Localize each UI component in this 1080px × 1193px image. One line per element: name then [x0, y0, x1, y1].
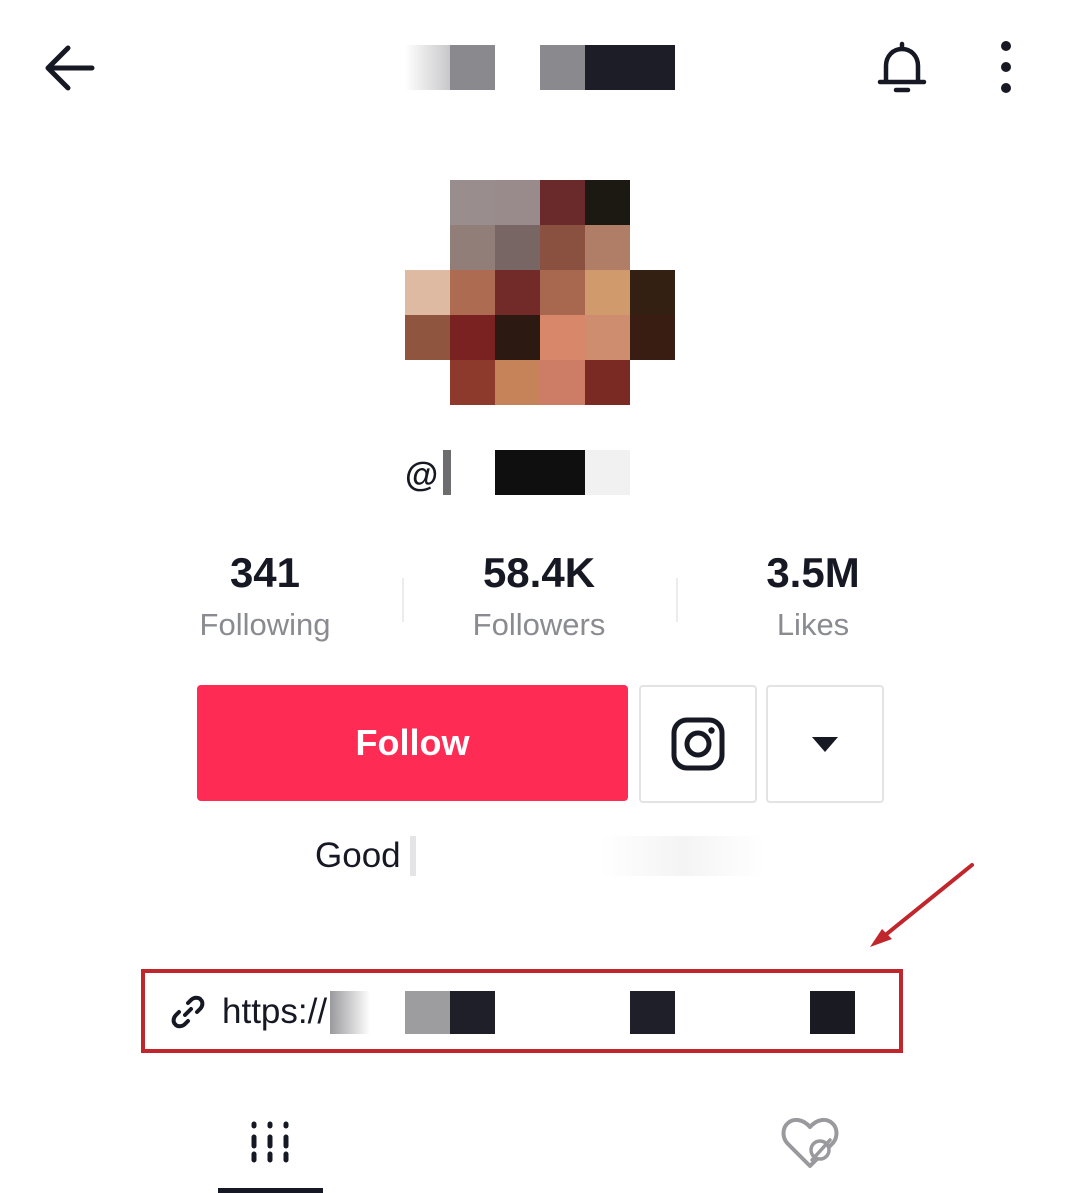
following-count: 341: [229, 549, 301, 596]
triangle-down-icon: [812, 737, 838, 752]
annotation-arrow: [860, 855, 990, 955]
stat-following[interactable]: 341 Following: [155, 549, 375, 643]
instagram-icon: [671, 717, 725, 771]
followers-count: 58.4K: [482, 549, 596, 596]
stat-divider: [402, 578, 404, 622]
tab-videos[interactable]: [218, 1110, 323, 1193]
more-options-button[interactable]: [986, 38, 1026, 98]
title-redacted-block: [450, 45, 495, 90]
link-redacted-block: [810, 991, 855, 1034]
liked-hidden-icon: [781, 1117, 839, 1168]
link-redacted-block: [405, 991, 450, 1034]
link-icon: [170, 994, 206, 1030]
tab-liked[interactable]: [770, 1110, 850, 1180]
likes-label: Likes: [776, 607, 850, 642]
link-redacted-block: [630, 991, 675, 1034]
title-redacted-block: [540, 45, 585, 90]
bio-redacted-block: [410, 836, 416, 876]
bell-icon: [877, 41, 927, 93]
likes-count: 3.5M: [766, 549, 860, 596]
follow-button[interactable]: Follow: [197, 685, 628, 801]
more-actions-dropdown[interactable]: [766, 685, 884, 803]
stat-followers[interactable]: 58.4K Followers: [429, 549, 649, 643]
link-redacted-block: [450, 991, 495, 1034]
stat-likes[interactable]: 3.5M Likes: [703, 549, 923, 643]
arrow-left-icon: [45, 45, 95, 91]
followers-label: Followers: [472, 607, 606, 642]
grid-icon: [251, 1121, 289, 1163]
back-button[interactable]: [40, 38, 100, 98]
following-label: Following: [199, 607, 331, 642]
title-redacted-block: [585, 45, 675, 90]
instagram-button[interactable]: [639, 685, 757, 803]
title-redacted-block: [405, 45, 450, 90]
username-prefix: @: [405, 456, 439, 494]
notification-button[interactable]: [872, 38, 932, 98]
vertical-dots-icon: [1001, 41, 1011, 93]
bio-text: Good: [315, 836, 401, 875]
avatar[interactable]: [405, 180, 675, 405]
stat-divider: [676, 578, 678, 622]
bio-link[interactable]: https://: [222, 992, 327, 1032]
selected-tab-indicator: [218, 1188, 323, 1193]
bio-redacted-block: [600, 836, 765, 876]
username: @: [405, 450, 635, 495]
link-redacted-block: [330, 991, 370, 1034]
